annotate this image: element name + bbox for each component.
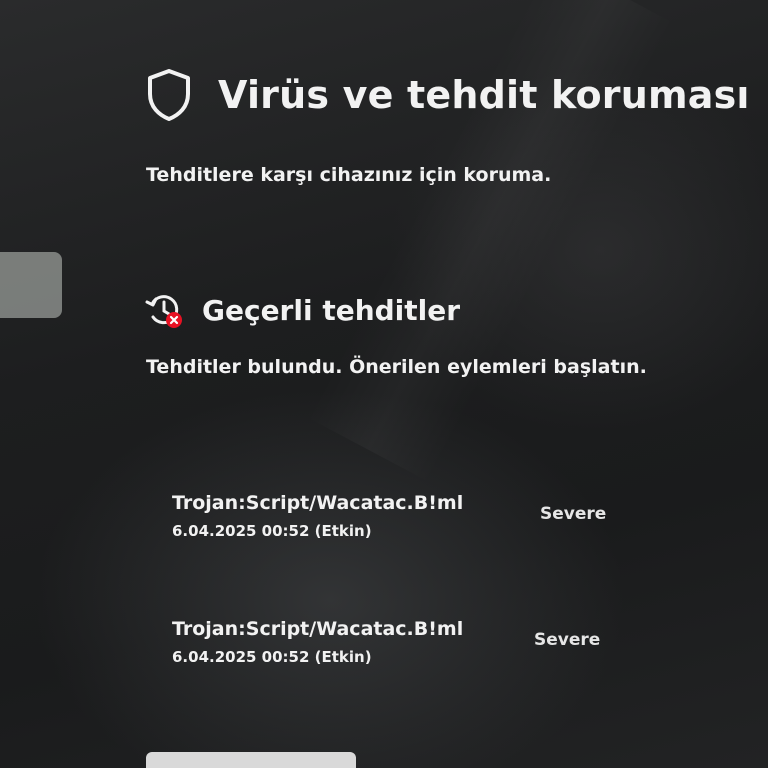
threat-history-warning-icon bbox=[145, 295, 182, 328]
threat-date: 6.04.2025 00:52 (Etkin) bbox=[172, 522, 372, 540]
shield-icon bbox=[148, 69, 190, 121]
threat-severity: Severe bbox=[540, 504, 607, 524]
page-title: Virüs ve tehdit koruması bbox=[218, 73, 750, 117]
section-title: Geçerli tehditler bbox=[202, 293, 461, 327]
page-subtitle: Tehditlere karşı cihazınız için koruma. bbox=[146, 164, 552, 186]
current-threats-header: Geçerli tehditler bbox=[144, 290, 460, 330]
threat-list-item[interactable]: Trojan:Script/Wacatac.B!ml 6.04.2025 00:… bbox=[172, 492, 632, 552]
threat-list-item[interactable]: Trojan:Script/Wacatac.B!ml 6.04.2025 00:… bbox=[172, 618, 632, 678]
threat-severity: Severe bbox=[534, 630, 601, 650]
security-app-window: Virüs ve tehdit koruması Tehditlere karş… bbox=[0, 0, 768, 768]
action-button[interactable] bbox=[146, 752, 356, 768]
section-description: Tehditler bulundu. Önerilen eylemleri ba… bbox=[146, 356, 647, 378]
sidebar-selected-item[interactable] bbox=[0, 252, 62, 318]
threat-date: 6.04.2025 00:52 (Etkin) bbox=[172, 648, 372, 666]
page-header: Virüs ve tehdit koruması bbox=[146, 68, 750, 122]
